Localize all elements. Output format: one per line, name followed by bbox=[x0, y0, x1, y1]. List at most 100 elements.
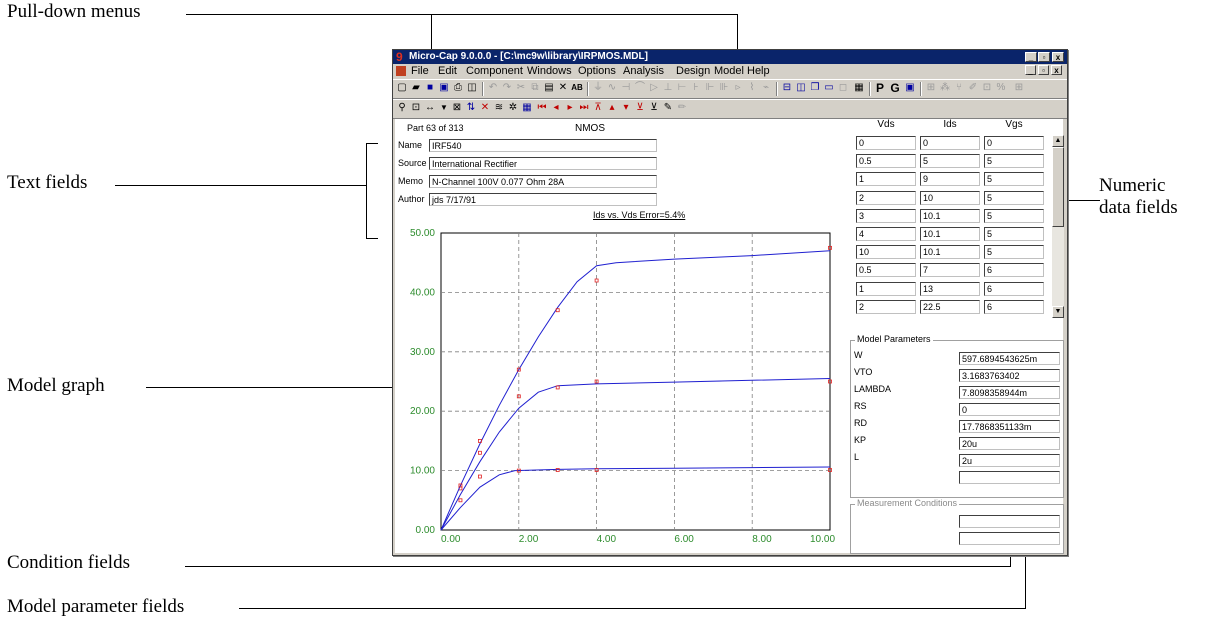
battery-icon[interactable]: ⊥ bbox=[662, 82, 674, 94]
resistor-icon[interactable]: ∿ bbox=[606, 82, 618, 94]
numeric-cell[interactable]: 5 bbox=[984, 208, 1044, 223]
numeric-cell[interactable]: 0 bbox=[920, 136, 980, 150]
scroll-down-button[interactable]: ▼ bbox=[1052, 306, 1064, 318]
mdi-close-button[interactable]: x bbox=[1051, 65, 1062, 75]
numeric-cell[interactable]: 5 bbox=[984, 172, 1044, 187]
new-icon[interactable]: ▢ bbox=[396, 82, 408, 94]
down-row-icon[interactable]: ▾ bbox=[620, 102, 632, 114]
menu-model[interactable]: Model bbox=[714, 64, 744, 78]
capacitor-icon[interactable]: ⊣ bbox=[620, 82, 632, 94]
restore-button[interactable]: ▫ bbox=[1038, 52, 1050, 62]
fork-icon[interactable]: ⑂ bbox=[953, 82, 965, 94]
numeric-cell[interactable]: 13 bbox=[920, 281, 980, 296]
numeric-cell[interactable]: 9 bbox=[920, 172, 980, 187]
numeric-cell[interactable]: 0.5 bbox=[856, 263, 916, 278]
numeric-cell[interactable]: 7 bbox=[920, 263, 980, 278]
merge-icon[interactable]: ⊻ bbox=[648, 102, 660, 114]
optimize-icon[interactable]: ✲ bbox=[507, 102, 519, 114]
next-part-icon[interactable]: ▸ bbox=[564, 102, 576, 114]
sort-icon[interactable]: ⇅ bbox=[465, 102, 477, 114]
table-icon[interactable]: ▦ bbox=[521, 102, 533, 114]
grid-icon[interactable]: ⊞ bbox=[925, 82, 937, 94]
scroll-up-button[interactable]: ▲ bbox=[1052, 135, 1064, 147]
find-replace-icon[interactable]: AB bbox=[571, 82, 583, 94]
delete-part-icon[interactable]: ✕ bbox=[479, 102, 491, 114]
numeric-cell[interactable]: 5 bbox=[984, 190, 1044, 205]
print-preview-icon[interactable]: ◫ bbox=[466, 82, 478, 94]
source-field[interactable]: International Rectifier bbox=[429, 157, 657, 170]
move-icon[interactable]: ↔ bbox=[424, 102, 436, 114]
ground-icon[interactable]: ⏚ bbox=[592, 82, 604, 94]
mdi-restore-button[interactable]: ▫ bbox=[1038, 65, 1049, 75]
redo-icon[interactable]: ↷ bbox=[501, 82, 513, 94]
menu-options[interactable]: Options bbox=[578, 64, 616, 78]
author-field[interactable]: jds 7/17/91 bbox=[429, 193, 657, 206]
wire-icon[interactable]: ⌇ bbox=[746, 82, 758, 94]
menu-component[interactable]: Component bbox=[466, 64, 523, 78]
paste-icon[interactable]: ▤ bbox=[543, 82, 555, 94]
find-binoculars-icon[interactable]: ⚲ bbox=[396, 102, 408, 114]
numeric-cell[interactable]: 1 bbox=[856, 281, 916, 296]
cut-icon[interactable]: ✂ bbox=[515, 82, 527, 94]
net-icon[interactable]: ⁂ bbox=[939, 82, 951, 94]
split-vertical-icon[interactable]: ◫ bbox=[795, 82, 807, 94]
save-all-icon[interactable]: ▣ bbox=[438, 82, 450, 94]
numeric-cell[interactable]: 22.5 bbox=[920, 299, 980, 314]
print-icon[interactable]: ⎙ bbox=[452, 82, 464, 94]
probe-icon[interactable]: ✐ bbox=[967, 82, 979, 94]
menu-edit[interactable]: Edit bbox=[438, 64, 457, 78]
bottom-row-icon[interactable]: ⊻ bbox=[634, 102, 646, 114]
numeric-cell[interactable]: 10.1 bbox=[920, 227, 980, 241]
numeric-cell[interactable]: 3 bbox=[856, 208, 916, 223]
numeric-cell[interactable]: 0.5 bbox=[856, 154, 916, 169]
nmos-icon[interactable]: ⊩ bbox=[704, 82, 716, 94]
save-icon[interactable]: ■ bbox=[424, 82, 436, 94]
menu-help[interactable]: Help bbox=[747, 64, 770, 78]
jumper-icon[interactable]: ⌁ bbox=[760, 82, 772, 94]
inductor-icon[interactable]: ⌒ bbox=[634, 82, 646, 94]
numeric-cell[interactable]: 10 bbox=[920, 190, 980, 205]
open-icon[interactable]: ▰ bbox=[410, 82, 422, 94]
param-field[interactable]: 3.1683763402 bbox=[959, 369, 1060, 382]
g-button[interactable]: G bbox=[889, 82, 901, 94]
numeric-cell[interactable]: 10.1 bbox=[920, 245, 980, 260]
diode-icon[interactable]: ▷ bbox=[648, 82, 660, 94]
numeric-cell[interactable]: 10.1 bbox=[920, 208, 980, 223]
last-part-icon[interactable]: ⏭ bbox=[578, 102, 590, 114]
param-field[interactable]: 20u bbox=[959, 437, 1060, 450]
prev-part-icon[interactable]: ◂ bbox=[550, 102, 562, 114]
memo-field[interactable]: N-Channel 100V 0.077 Ohm 28A bbox=[429, 175, 657, 188]
param-field[interactable]: 0 bbox=[959, 403, 1060, 416]
condition-field[interactable] bbox=[959, 515, 1060, 528]
document-icon[interactable] bbox=[396, 66, 406, 76]
numeric-cell[interactable]: 4 bbox=[856, 227, 916, 241]
numeric-cell[interactable]: 0 bbox=[984, 136, 1044, 150]
numeric-cell[interactable]: 10 bbox=[856, 245, 916, 260]
close-button[interactable]: x bbox=[1052, 52, 1064, 62]
copy-icon[interactable]: ⧉ bbox=[529, 82, 541, 94]
menu-file[interactable]: File bbox=[411, 64, 429, 78]
mdi-minimize-button[interactable]: _ bbox=[1025, 65, 1036, 75]
title-bar[interactable]: 9 Micro-Cap 9.0.0.0 - [C:\mc9w\library\I… bbox=[393, 50, 1067, 64]
param-field[interactable]: 17.7868351133m bbox=[959, 420, 1060, 433]
scroll-thumb[interactable] bbox=[1052, 147, 1064, 227]
menu-analysis[interactable]: Analysis bbox=[623, 64, 664, 78]
panel-icon[interactable]: ▣ bbox=[904, 82, 916, 94]
window-icon[interactable]: ◻ bbox=[837, 82, 849, 94]
numeric-cell[interactable]: 0 bbox=[856, 136, 916, 150]
split-horizontal-icon[interactable]: ⊟ bbox=[781, 82, 793, 94]
group-icon[interactable]: ⊠ bbox=[451, 102, 463, 114]
delete-icon[interactable]: ✕ bbox=[557, 82, 569, 94]
numeric-cell[interactable]: 5 bbox=[984, 154, 1044, 169]
calculator-icon[interactable]: ▦ bbox=[853, 82, 865, 94]
condition-field[interactable] bbox=[959, 532, 1060, 545]
image-icon[interactable]: ⊡ bbox=[981, 82, 993, 94]
opamp-icon[interactable]: ▹ bbox=[732, 82, 744, 94]
name-field[interactable]: IRF540 bbox=[429, 139, 657, 152]
import-icon[interactable]: ✎ bbox=[662, 102, 674, 114]
pnp-icon[interactable]: ⊦ bbox=[690, 82, 702, 94]
numeric-scrollbar[interactable]: ▲ ▼ bbox=[1052, 135, 1064, 318]
wave-icon[interactable]: ≋ bbox=[493, 102, 505, 114]
pmos-icon[interactable]: ⊪ bbox=[718, 82, 730, 94]
param-field[interactable] bbox=[959, 471, 1060, 484]
